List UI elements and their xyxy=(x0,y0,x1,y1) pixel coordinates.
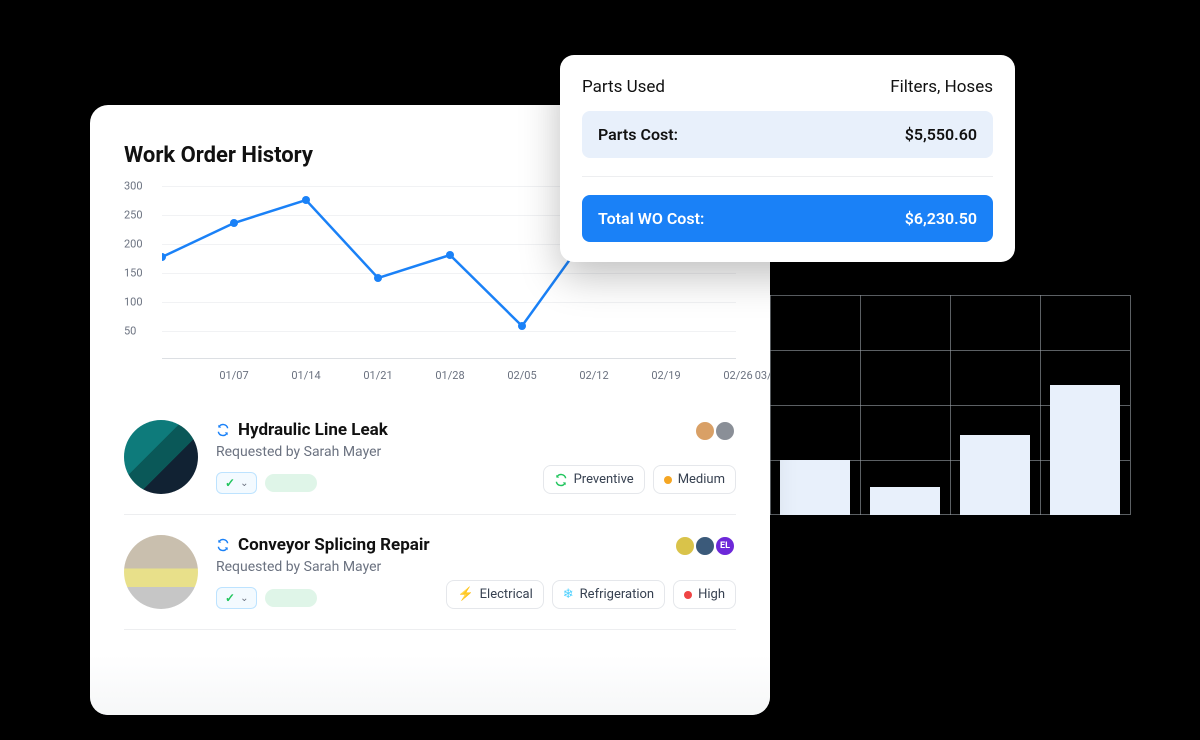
xtick: 03/06 xyxy=(755,369,770,382)
work-order-thumbnail xyxy=(124,420,198,494)
cycle-icon xyxy=(216,538,230,552)
avatar xyxy=(694,535,716,557)
badge-label: Electrical xyxy=(480,587,533,602)
work-order-requester: Requested by Sarah Mayer xyxy=(216,444,736,460)
ytick: 250 xyxy=(124,209,143,222)
placeholder-pill xyxy=(265,474,317,492)
xtick: 02/19 xyxy=(651,369,680,382)
ytick: 200 xyxy=(124,238,143,251)
background-bar-chart xyxy=(770,295,1130,515)
chevron-down-icon: ⌄ xyxy=(240,478,248,489)
priority-badge[interactable]: High xyxy=(673,580,736,609)
bolt-icon: ⚡ xyxy=(457,587,473,602)
avatar-initials: EL xyxy=(714,535,736,557)
assignee-stack[interactable]: EL xyxy=(680,535,736,557)
work-order-requester: Requested by Sarah Mayer xyxy=(216,559,736,575)
type-badge[interactable]: ❄ Refrigeration xyxy=(552,580,665,609)
xtick: 02/05 xyxy=(507,369,536,382)
xtick: 02/26 xyxy=(723,369,752,382)
xtick: 02/12 xyxy=(579,369,608,382)
placeholder-pill xyxy=(265,589,317,607)
type-badge[interactable]: ⚡ Electrical xyxy=(446,580,543,609)
ytick: 50 xyxy=(124,325,136,338)
parts-cost-row: Parts Cost: $5,550.60 xyxy=(582,111,993,158)
parts-cost-label: Parts Cost: xyxy=(598,125,678,144)
priority-dot-icon xyxy=(664,476,672,484)
check-icon: ✓ xyxy=(225,476,235,490)
total-cost-row: Total WO Cost: $6,230.50 xyxy=(582,195,993,242)
cycle-green-icon xyxy=(554,473,568,487)
work-order-title: Conveyor Splicing Repair xyxy=(238,535,430,555)
work-order-thumbnail xyxy=(124,535,198,609)
avatar xyxy=(714,420,736,442)
work-order-title: Hydraulic Line Leak xyxy=(238,420,388,440)
priority-badge[interactable]: Medium xyxy=(653,465,736,494)
type-badge[interactable]: Preventive xyxy=(543,465,645,494)
total-cost-value: $6,230.50 xyxy=(905,209,977,228)
ytick: 300 xyxy=(124,180,143,193)
avatar xyxy=(694,420,716,442)
status-chip[interactable]: ✓ ⌄ xyxy=(216,472,257,494)
cost-summary-popover: Parts Used Filters, Hoses Parts Cost: $5… xyxy=(560,55,1015,262)
cycle-icon xyxy=(216,423,230,437)
parts-used-label: Parts Used xyxy=(582,77,665,97)
assignee-stack[interactable] xyxy=(700,420,736,442)
divider xyxy=(582,176,993,177)
total-cost-label: Total WO Cost: xyxy=(598,209,704,228)
badge-label: High xyxy=(698,587,725,602)
chevron-down-icon: ⌄ xyxy=(240,593,248,604)
ytick: 150 xyxy=(124,267,143,280)
snowflake-icon: ❄ xyxy=(563,587,574,602)
status-chip[interactable]: ✓ ⌄ xyxy=(216,587,257,609)
avatar xyxy=(674,535,696,557)
work-order-row[interactable]: Hydraulic Line Leak Requested by Sarah M… xyxy=(124,400,736,515)
work-order-row[interactable]: Conveyor Splicing Repair Requested by Sa… xyxy=(124,515,736,630)
parts-cost-value: $5,550.60 xyxy=(905,125,977,144)
check-icon: ✓ xyxy=(225,591,235,605)
parts-used-value: Filters, Hoses xyxy=(890,77,993,97)
ytick: 100 xyxy=(124,296,143,309)
badge-label: Preventive xyxy=(574,472,634,487)
badge-label: Medium xyxy=(678,472,725,487)
xtick: 01/14 xyxy=(291,369,320,382)
priority-dot-icon xyxy=(684,591,692,599)
xtick: 01/21 xyxy=(363,369,392,382)
badge-label: Refrigeration xyxy=(580,587,654,602)
xtick: 01/07 xyxy=(219,369,248,382)
xtick: 01/28 xyxy=(435,369,464,382)
